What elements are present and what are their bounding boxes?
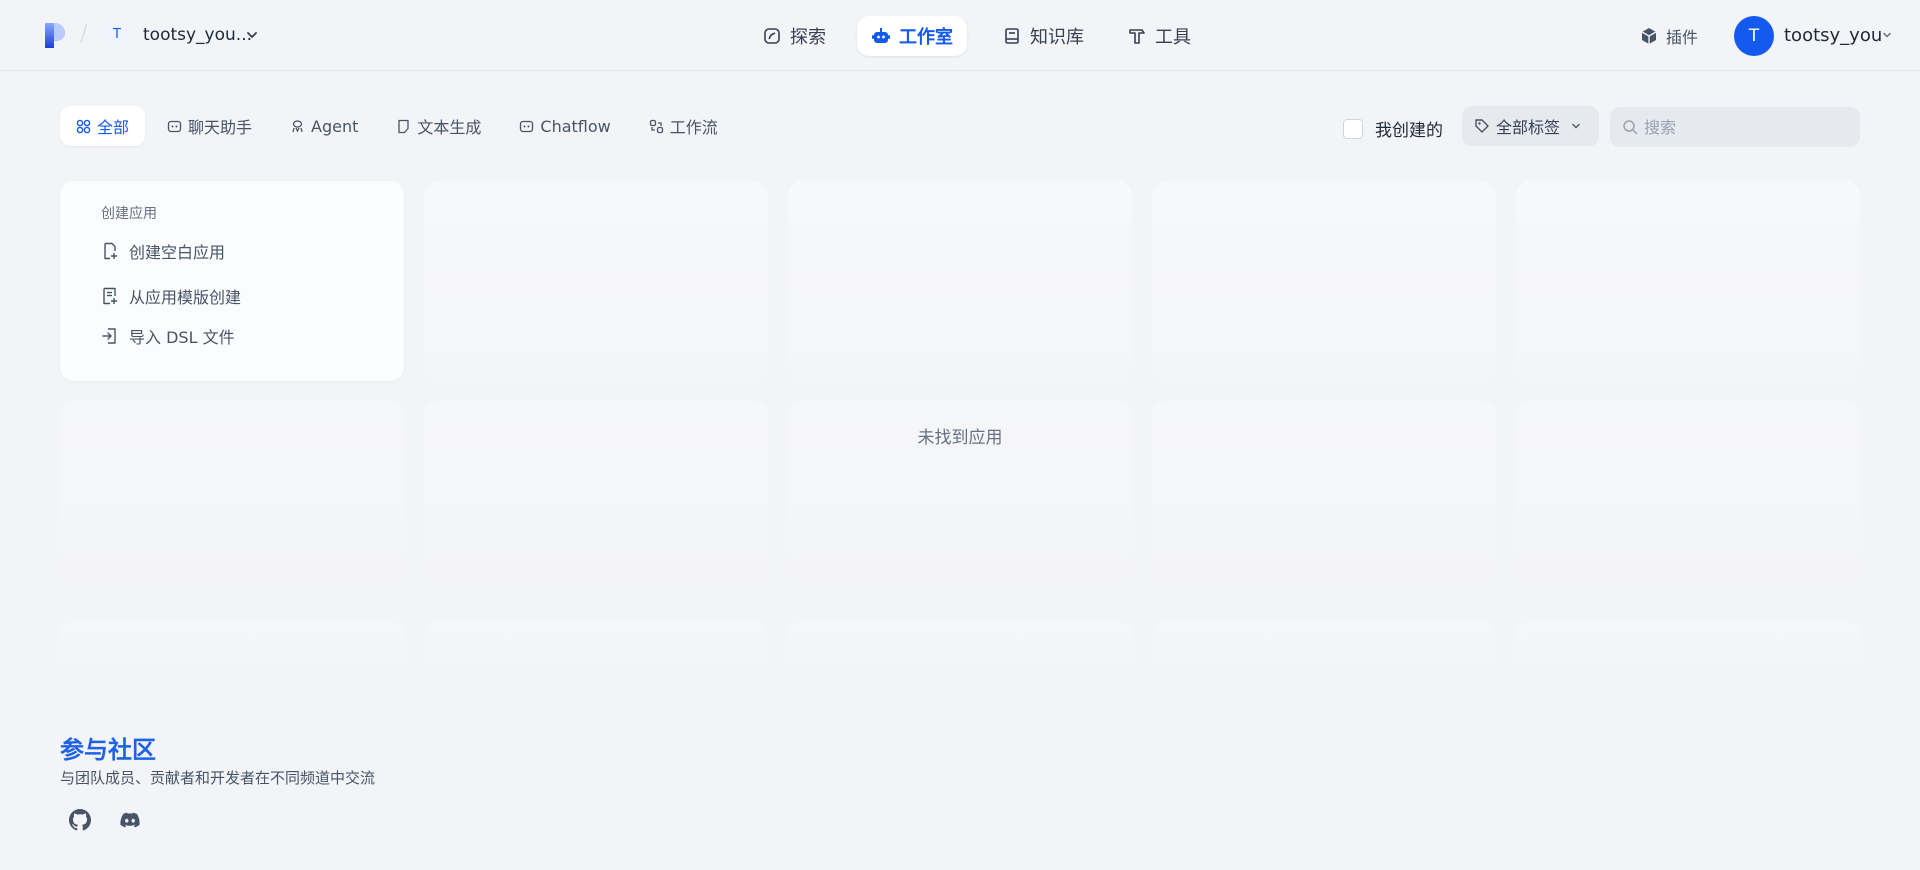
workspace-avatar[interactable]: T [106,24,128,46]
document-icon [398,119,410,133]
robot-icon [872,28,890,43]
created-by-me-checkbox[interactable] [1343,118,1363,139]
dify-logo[interactable] [43,22,67,49]
empty-state-text: 未找到应用 [917,428,1003,448]
app-card-placeholder [424,621,768,681]
create-item-label: 从应用模版创建 [129,288,242,307]
nav-label: 知识库 [1030,27,1084,48]
app-card-placeholder [424,401,768,601]
app-card-placeholder [1516,181,1860,381]
tab-workflow[interactable]: 工作流 [633,106,734,146]
tag-filter-select[interactable]: 全部标签 [1462,106,1599,146]
created-by-me-filter[interactable]: 我创建的 [1343,116,1443,141]
compass-icon [764,28,780,44]
app-card-placeholder [788,621,1132,681]
app-card-placeholder [1152,181,1496,381]
create-app-card: 创建应用 创建空白应用 从应用模版创建 导入 DSL 文件 [60,181,404,381]
workspace-name[interactable]: tootsy_you... [143,25,252,45]
chatflow-icon [520,120,534,132]
import-icon [102,328,116,344]
search-input[interactable] [1644,107,1844,147]
tag-filter-label: 全部标签 [1496,118,1561,137]
app-type-tabs: 全部 聊天助手 Agent 文本生成 Chatflow 工作流 [60,106,734,146]
tab-label: Agent [311,116,359,136]
tab-label: Chatflow [540,116,611,136]
nav-label: 探索 [790,27,826,48]
book-icon [1005,28,1019,44]
app-card-placeholder [1152,621,1496,681]
breadcrumb-separator: / [80,22,88,47]
search-box [1610,107,1860,147]
tab-chat-assistant[interactable]: 聊天助手 [151,106,268,146]
chevron-down-icon[interactable] [246,29,258,41]
import-dsl-button[interactable]: 导入 DSL 文件 [101,324,235,348]
chevron-down-icon [1572,123,1580,129]
tab-label: 全部 [97,118,130,137]
nav-label: 工作室 [899,27,953,48]
workflow-icon [649,119,663,133]
nav-label: 工具 [1155,27,1191,48]
file-plus-icon [104,242,117,260]
app-card-placeholder [788,181,1132,381]
tab-label: 工作流 [669,118,718,137]
tab-chatflow[interactable]: Chatflow [503,106,626,146]
chevron-down-icon[interactable] [1882,30,1892,40]
nav-studio[interactable]: 工作室 [857,16,967,56]
plugin-button[interactable]: 插件 [1640,24,1698,48]
user-avatar[interactable]: T [1734,16,1774,56]
discord-icon [120,812,140,828]
plugin-label: 插件 [1666,28,1699,47]
create-item-label: 导入 DSL 文件 [129,328,235,347]
app-card-placeholder [60,401,404,601]
nav-knowledge[interactable]: 知识库 [988,16,1098,56]
app-card-placeholder [1516,621,1860,681]
tab-label: 聊天助手 [188,118,253,137]
app-card-placeholder [1516,401,1860,601]
tab-label: 文本生成 [417,118,482,137]
search-icon [1623,120,1638,135]
user-name[interactable]: tootsy_you [1784,25,1882,46]
grid-icon [76,119,91,133]
community-title: 参与社区 [60,736,156,764]
create-blank-app-button[interactable]: 创建空白应用 [101,239,225,263]
create-item-label: 创建空白应用 [129,243,226,262]
create-from-template-button[interactable]: 从应用模版创建 [101,284,241,308]
github-link[interactable] [60,806,100,834]
nav-explore[interactable]: 探索 [748,16,840,56]
create-app-title: 创建应用 [101,206,157,222]
app-card-placeholder [424,181,768,381]
created-by-me-label: 我创建的 [1375,121,1443,141]
github-icon [69,809,91,831]
tag-icon [1475,119,1489,133]
tab-all[interactable]: 全部 [60,106,146,146]
chat-bot-icon [167,120,182,132]
agent-icon [292,119,303,132]
app-card-placeholder [1152,401,1496,601]
discord-link[interactable] [110,806,150,834]
tab-agent[interactable]: Agent [274,106,374,146]
tab-text-generation[interactable]: 文本生成 [380,106,497,146]
cube-icon [1641,28,1657,44]
template-icon [103,287,117,305]
community-subtitle: 与团队成员、贡献者和开发者在不同频道中交流 [60,769,376,787]
hammer-icon [1129,29,1145,44]
app-card-placeholder [60,621,404,681]
nav-tools[interactable]: 工具 [1113,16,1205,56]
top-header: / T tootsy_you... 探索 工作室 知识库 工具 插件 T too… [0,0,1920,71]
